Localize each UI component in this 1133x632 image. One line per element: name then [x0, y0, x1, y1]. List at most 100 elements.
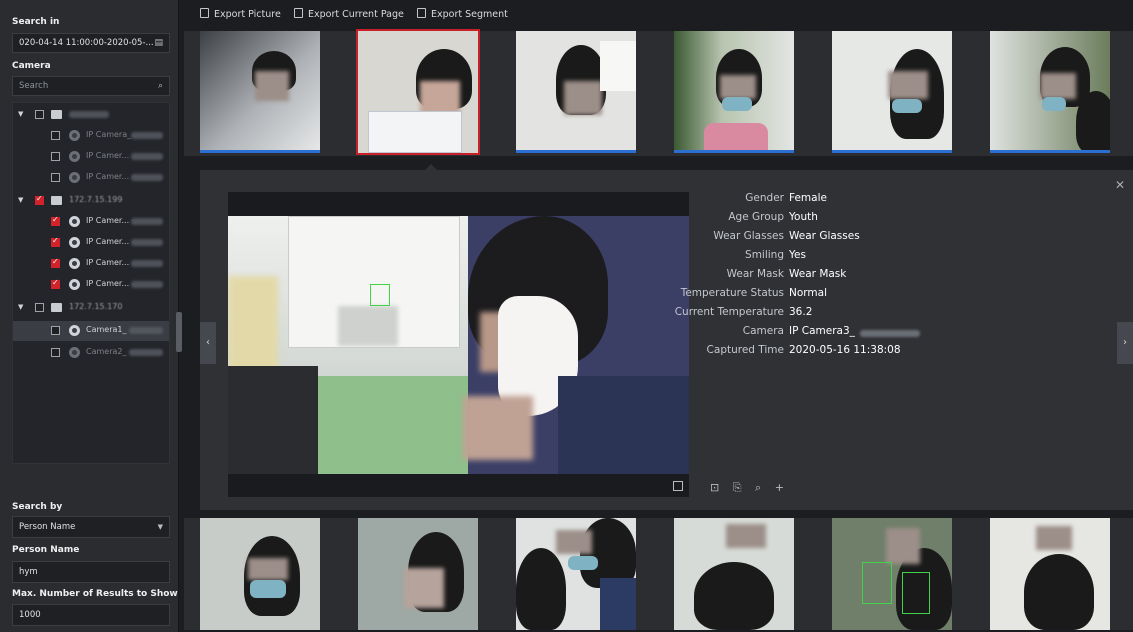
- attribute-value: Normal: [789, 287, 827, 299]
- tree-camera-3[interactable]: IP Camer...: [13, 168, 169, 188]
- tree-camera-5[interactable]: IP Camer...: [13, 233, 169, 253]
- thumbnail-progress-bar: [674, 150, 794, 153]
- tree-camera-7-checkbox[interactable]: [51, 278, 60, 289]
- tree-group-3-checkbox[interactable]: [35, 303, 44, 312]
- thumbnail-image: [200, 518, 320, 630]
- time-range-field[interactable]: 020-04-14 11:00:00-2020-05-... ▤: [12, 33, 170, 53]
- camera-icon: [69, 279, 80, 290]
- tree-camera-7[interactable]: IP Camer...: [13, 275, 169, 295]
- expand-icon[interactable]: ▼: [18, 303, 23, 311]
- search-icon[interactable]: ⌕: [158, 77, 163, 95]
- tree-group-2-checkbox[interactable]: [35, 194, 44, 205]
- tree-camera-2-checkbox[interactable]: [51, 152, 60, 161]
- export-picture-button[interactable]: Export Picture: [200, 8, 281, 20]
- fullscreen-icon[interactable]: [673, 481, 683, 491]
- camera-search-placeholder: Search: [19, 81, 49, 91]
- attribute-row: Smiling Yes: [560, 249, 960, 268]
- tree-camera-4-checkbox[interactable]: [51, 215, 60, 226]
- tree-camera-1[interactable]: IP Camera_: [13, 126, 169, 146]
- export-icon: [417, 8, 426, 18]
- folder-icon: [51, 196, 62, 205]
- attribute-key: Current Temperature: [674, 306, 784, 318]
- tree-group-1-checkbox[interactable]: [35, 110, 44, 119]
- attribute-row: Captured Time 2020-05-16 11:38:08: [560, 344, 960, 363]
- download-icon[interactable]: ⊡: [710, 481, 719, 494]
- tree-group-1[interactable]: ▼: [13, 105, 169, 125]
- export-current-page-button[interactable]: Export Current Page: [294, 8, 404, 20]
- result-thumbnail[interactable]: [658, 518, 808, 630]
- attribute-key: Camera: [742, 325, 784, 337]
- camera-icon: [69, 237, 80, 248]
- export-segment-label: Export Segment: [431, 9, 508, 20]
- tree-camera-6-label: IP Camer...: [86, 258, 130, 267]
- max-results-input[interactable]: 1000: [12, 604, 170, 626]
- thumbnail-image: [674, 518, 794, 630]
- expand-icon[interactable]: ▼: [18, 110, 23, 118]
- result-thumbnail[interactable]: [974, 31, 1124, 156]
- result-thumbnail[interactable]: [184, 518, 334, 630]
- tree-camera-6-checkbox[interactable]: [51, 257, 60, 268]
- export-icon[interactable]: ⎘: [733, 481, 742, 494]
- tree-camera-3-checkbox[interactable]: [51, 173, 60, 182]
- attribute-value: 36.2: [789, 306, 813, 318]
- image-tools: ⊡ ⎘ ⌕ +: [710, 481, 794, 495]
- camera-search-input[interactable]: Search ⌕: [12, 76, 170, 96]
- export-icon: [200, 8, 209, 18]
- tree-camera-8-checkbox[interactable]: [51, 326, 60, 335]
- result-thumbnail[interactable]: [184, 31, 334, 156]
- chevron-down-icon[interactable]: ▼: [158, 517, 163, 537]
- tree-camera-6[interactable]: IP Camer...: [13, 254, 169, 274]
- tree-group-2-label: 172.7.15.199: [69, 195, 123, 204]
- blurred-label: [131, 132, 163, 139]
- tree-camera-4[interactable]: IP Camer...: [13, 212, 169, 232]
- result-thumbnail[interactable]: [500, 518, 650, 630]
- tree-group-2[interactable]: ▼ 172.7.15.199: [13, 191, 169, 211]
- tree-camera-9-checkbox[interactable]: [51, 348, 60, 357]
- max-results-title: Max. Number of Results to Show: [12, 589, 178, 599]
- result-strip-bottom: [184, 518, 1133, 630]
- tree-group-3[interactable]: ▼ 172.7.15.170: [13, 298, 169, 318]
- result-thumbnail[interactable]: [342, 518, 492, 630]
- result-thumbnail-selected[interactable]: [342, 29, 492, 156]
- result-thumbnail[interactable]: [500, 31, 650, 156]
- attribute-row: Current Temperature 36.2: [560, 306, 960, 325]
- zoom-icon[interactable]: ⌕: [755, 481, 761, 494]
- search-by-value: Person Name: [19, 522, 76, 532]
- tree-camera-1-checkbox[interactable]: [51, 131, 60, 140]
- camera-icon: [69, 258, 80, 269]
- result-thumbnail[interactable]: [816, 518, 966, 630]
- add-icon[interactable]: +: [775, 481, 784, 494]
- thumbnail-image: [832, 518, 952, 630]
- blurred-label: [131, 260, 163, 267]
- close-icon[interactable]: ✕: [1115, 178, 1125, 192]
- tree-camera-1-label: IP Camera_: [86, 130, 132, 139]
- tree-camera-8[interactable]: Camera1_: [13, 321, 169, 341]
- result-thumbnail[interactable]: [658, 31, 808, 156]
- thumbnail-progress-bar: [990, 150, 1110, 153]
- left-panel: Search in 020-04-14 11:00:00-2020-05-...…: [0, 0, 179, 632]
- export-segment-button[interactable]: Export Segment: [417, 8, 508, 20]
- expand-icon[interactable]: ▼: [18, 196, 23, 204]
- result-thumbnail[interactable]: [816, 31, 966, 156]
- camera-icon: [69, 151, 80, 162]
- tree-camera-2[interactable]: IP Camer...: [13, 147, 169, 167]
- attribute-row: Temperature Status Normal: [560, 287, 960, 306]
- tree-camera-5-checkbox[interactable]: [51, 236, 60, 247]
- panel-collapse-handle[interactable]: [176, 312, 182, 352]
- camera-icon: [69, 325, 80, 336]
- attribute-key: Wear Mask: [726, 268, 784, 280]
- next-arrow-icon[interactable]: ›: [1117, 322, 1133, 364]
- attribute-key: Smiling: [745, 249, 784, 261]
- thumbnail-image: [832, 31, 952, 153]
- tree-camera-9[interactable]: Camera2_: [13, 343, 169, 363]
- attribute-value: Female: [789, 192, 827, 204]
- previous-arrow-icon[interactable]: ‹: [200, 322, 216, 364]
- camera-tree: ▼ IP Camera_ IP Camer... IP Camer... ▼ ✓…: [12, 102, 170, 464]
- search-by-select[interactable]: Person Name ▼: [12, 516, 170, 538]
- thumbnail-image: [516, 518, 636, 630]
- calendar-icon[interactable]: ▤: [154, 34, 163, 52]
- person-name-input[interactable]: hym: [12, 561, 170, 583]
- tree-camera-8-label: Camera1_: [86, 325, 127, 334]
- result-thumbnail[interactable]: [974, 518, 1124, 630]
- blurred-label: [129, 349, 163, 356]
